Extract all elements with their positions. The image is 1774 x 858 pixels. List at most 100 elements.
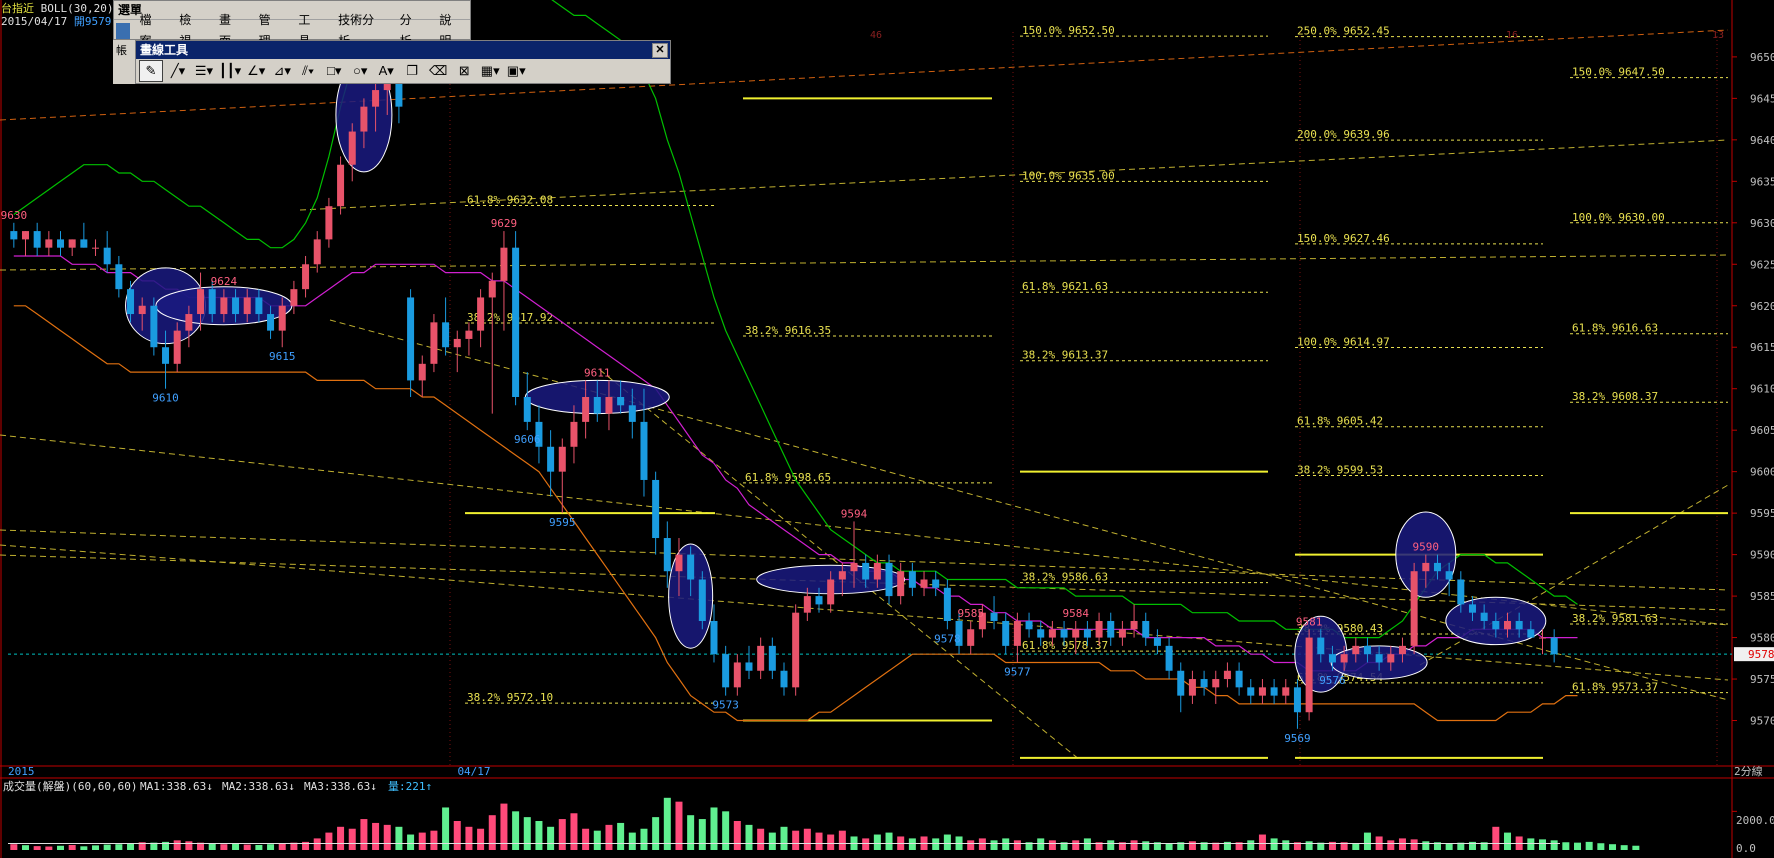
volume-bar: [1130, 840, 1138, 850]
candle-body: [208, 289, 216, 315]
volume-bar: [1258, 834, 1266, 850]
volume-bar: [1247, 840, 1255, 850]
volume-bar: [1013, 840, 1021, 850]
volume-bar: [1550, 840, 1558, 850]
volume-bar: [1352, 843, 1360, 850]
price-tick-label: 9575: [1750, 673, 1774, 686]
volume-bar: [1503, 832, 1511, 850]
price-label-high: 9594: [841, 507, 868, 520]
volume-bar: [115, 844, 123, 850]
price-label-high: 9581: [1296, 615, 1323, 628]
candle-body: [1060, 629, 1068, 638]
current-price-label: 9578: [1748, 648, 1774, 661]
volume-bar: [780, 826, 788, 850]
volume-ma3: MA3:338.63↓: [304, 780, 377, 793]
account-tab[interactable]: 帳: [113, 40, 135, 84]
candle-body: [1468, 604, 1476, 613]
volume-bar: [640, 828, 648, 850]
volume-bar: [1538, 839, 1546, 850]
candle-body: [1445, 571, 1453, 580]
volume-bar: [663, 797, 671, 850]
menu-window[interactable]: 選單 檔案 檢視 畫面 管理 工具 技術分析 分析 說明: [113, 0, 471, 48]
fib-level-label: 38.2% 9608.37: [1572, 390, 1658, 403]
volume-bar: [465, 826, 473, 850]
drawing-toolbar: ✎ ╱▾ ☰▾ ┃┃▾ ∠▾ ⊿▾ ⫽▾ □▾ ○▾ A▾ ❐ ⌫ ⊠ ▦▾ ▣…: [136, 59, 670, 83]
candle-body: [1317, 637, 1325, 655]
volume-bar: [337, 826, 345, 850]
candle-body: [628, 405, 636, 422]
volume-bar: [1083, 838, 1091, 850]
candle-body: [1130, 620, 1138, 630]
channel-icon[interactable]: ⊿▾: [271, 61, 293, 81]
rectangle-icon[interactable]: □▾: [323, 61, 345, 81]
volume-bar: [523, 817, 531, 850]
volume-bar: [827, 834, 835, 850]
copy-icon[interactable]: ❐: [401, 61, 423, 81]
candle-body: [138, 305, 146, 315]
candle-body: [360, 106, 368, 132]
price-tick-label: 9595: [1750, 507, 1774, 520]
volume-bar: [967, 840, 975, 850]
drawing-tools-window[interactable]: 畫線工具 ✕ ✎ ╱▾ ☰▾ ┃┃▾ ∠▾ ⊿▾ ⫽▾ □▾ ○▾ A▾ ❐ ⌫…: [135, 40, 671, 84]
header-line-2: 2015/04/17 開9579: [1, 13, 111, 29]
delete-icon[interactable]: ⊠: [453, 61, 475, 81]
candle-body: [325, 206, 333, 240]
candle-body: [838, 571, 846, 580]
candle-body: [1083, 629, 1091, 638]
volume-bar: [1632, 845, 1640, 850]
volume-bar: [360, 819, 368, 850]
volume-bar: [10, 844, 18, 850]
pencil-icon[interactable]: ✎: [139, 60, 163, 82]
candle-body: [792, 612, 800, 688]
candle-body: [33, 231, 41, 248]
close-icon[interactable]: ✕: [652, 43, 668, 58]
price-tick-label: 9645: [1750, 92, 1774, 105]
ellipse-icon[interactable]: ○▾: [349, 61, 371, 81]
candle-body: [10, 231, 18, 240]
volume-bar: [1037, 838, 1045, 850]
ruler-label: 16: [1506, 30, 1518, 41]
volume-bar: [395, 826, 403, 850]
candle-body: [512, 247, 520, 397]
price-label-low: 9576: [1319, 674, 1346, 687]
volume-bar: [978, 838, 986, 850]
volume-bar: [512, 811, 520, 850]
price-tick-label: 9635: [1750, 175, 1774, 188]
volume-bar: [943, 834, 951, 850]
candle-body: [523, 397, 531, 422]
fib-level-label: 200.0% 9639.96: [1297, 128, 1390, 141]
app-icon[interactable]: [116, 22, 131, 39]
candle-body: [92, 247, 100, 249]
palette-icon[interactable]: ▦▾: [479, 61, 501, 81]
volume-bar: [232, 843, 240, 850]
date-label: 2015/04/17: [1, 15, 68, 28]
candle-body: [757, 645, 765, 671]
volume-bar: [792, 830, 800, 850]
x-label: 04/17: [457, 765, 490, 778]
candle-body: [745, 662, 753, 671]
candle-body: [68, 239, 76, 248]
candle-body: [780, 670, 788, 688]
volume-bar: [255, 844, 263, 850]
candle-body: [547, 446, 555, 472]
candle-body: [1410, 571, 1418, 646]
eraser-icon[interactable]: ⌫: [427, 61, 449, 81]
volume-bar: [173, 840, 181, 850]
price-label-low: 9573: [712, 699, 739, 712]
price-tick-label: 9625: [1750, 258, 1774, 271]
candle-body: [45, 239, 53, 248]
candle-body: [698, 579, 706, 621]
text-icon[interactable]: A▾: [375, 61, 397, 81]
candle-body: [768, 645, 776, 671]
drawing-tools-title[interactable]: 畫線工具 ✕: [136, 41, 670, 59]
fan-icon[interactable]: ∠▾: [245, 61, 267, 81]
volume-title: 成交量(解盤)(60,60,60): [3, 779, 137, 793]
volume-bar: [558, 819, 566, 850]
candle-body: [920, 579, 928, 588]
candle-body: [1293, 687, 1301, 713]
line-tool-icon[interactable]: ╱▾: [167, 61, 189, 81]
vertical-lines-icon[interactable]: ┃┃▾: [219, 61, 241, 81]
text-lines-icon[interactable]: ☰▾: [193, 61, 215, 81]
parallel-icon[interactable]: ⫽▾: [297, 61, 319, 81]
save-icon[interactable]: ▣▾: [505, 61, 527, 81]
